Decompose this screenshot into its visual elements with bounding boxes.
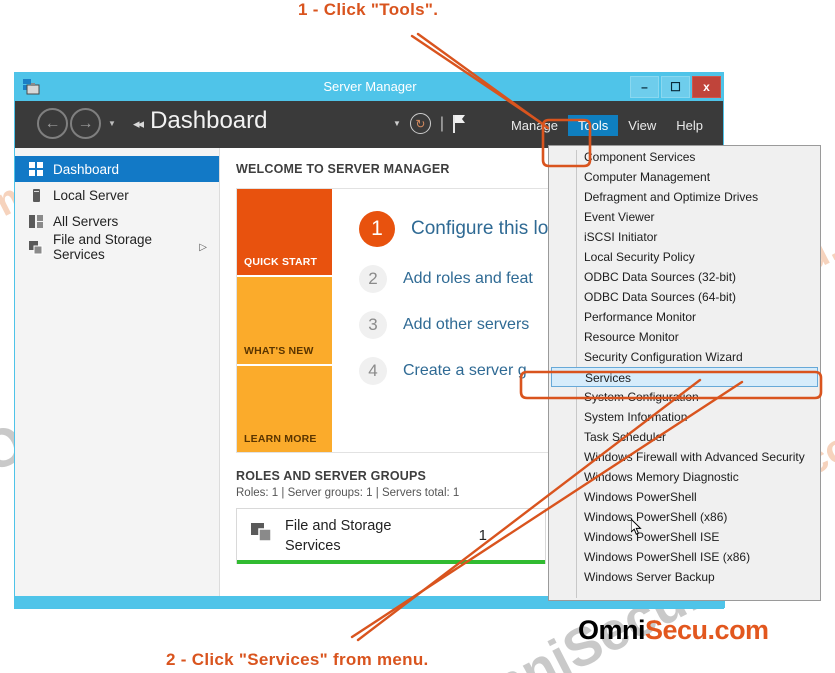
tile-label: QUICK START xyxy=(244,256,318,269)
forward-arrow-icon[interactable]: → xyxy=(70,108,101,139)
tile-quick-start[interactable]: QUICK START xyxy=(237,189,332,276)
omnisecu-logo: OmniSecu.com xyxy=(578,615,769,646)
window-controls: – ☐ x xyxy=(630,76,721,98)
tools-menu-item[interactable]: Resource Monitor xyxy=(549,327,820,347)
tools-menu-item[interactable]: Event Viewer xyxy=(549,207,820,227)
tools-menu-item[interactable]: Local Security Policy xyxy=(549,247,820,267)
step-label[interactable]: Add roles and feat xyxy=(403,270,533,288)
sidebar-item-label: Local Server xyxy=(53,187,129,203)
step-label[interactable]: Configure this loc xyxy=(411,218,558,240)
tools-menu-item[interactable]: Security Configuration Wizard xyxy=(549,347,820,367)
menu-manage[interactable]: Manage xyxy=(501,115,568,136)
back-arrow-icon[interactable]: ← xyxy=(37,108,68,139)
tools-dropdown-menu: Component Services Computer Management Def… xyxy=(548,145,821,601)
tools-menu-item[interactable]: Windows PowerShell xyxy=(549,487,820,507)
step-number: 2 xyxy=(359,265,387,293)
tools-menu-item[interactable]: ODBC Data Sources (64-bit) xyxy=(549,287,820,307)
tile-column: QUICK START WHAT'S NEW LEARN MORE xyxy=(237,189,332,452)
maximize-button[interactable]: ☐ xyxy=(661,76,690,98)
sidebar-item-label: Dashboard xyxy=(53,161,120,177)
sidebar: Dashboard Local Server All Servers File … xyxy=(15,148,220,606)
window-toolbar: ← → ▼ ◂◂ Dashboard ▼ ↻ | Manage Tools Vi… xyxy=(15,101,723,148)
sidebar-item-file-and-storage-services[interactable]: File and Storage Services ▷ xyxy=(15,232,219,262)
tools-menu-item[interactable]: Defragment and Optimize Drives xyxy=(549,187,820,207)
sidebar-item-label: All Servers xyxy=(53,213,119,229)
role-card-file-and-storage-services[interactable]: File and Storage Services 1 xyxy=(236,508,546,564)
tools-menu-item[interactable]: Component Services xyxy=(549,147,820,167)
sidebar-item-dashboard[interactable]: Dashboard xyxy=(15,156,219,182)
tools-menu-items: Component Services Computer Management Def… xyxy=(549,147,820,587)
annotation-step-1: 1 - Click "Tools". xyxy=(298,0,439,19)
step-number: 4 xyxy=(359,357,387,385)
tile-label: LEARN MORE xyxy=(244,432,317,445)
tools-menu-item[interactable]: Windows PowerShell (x86) xyxy=(549,507,820,527)
toolbar-separator: | xyxy=(439,114,445,132)
page-title: Dashboard xyxy=(150,107,268,134)
tools-menu-item[interactable]: Computer Management xyxy=(549,167,820,187)
sidebar-item-local-server[interactable]: Local Server xyxy=(15,182,219,208)
tools-menu-item[interactable]: Windows Memory Diagnostic xyxy=(549,467,820,487)
role-card-name: File and Storage Services xyxy=(285,518,392,554)
menu-view[interactable]: View xyxy=(618,115,666,136)
window-titlebar: Server Manager – ☐ x xyxy=(15,73,723,101)
step-label[interactable]: Add other servers xyxy=(403,316,529,334)
tools-menu-item[interactable]: Windows Firewall with Advanced Security xyxy=(549,447,820,467)
tools-menu-item[interactable]: iSCSI Initiator xyxy=(549,227,820,247)
servers-icon xyxy=(29,214,44,229)
step-number: 3 xyxy=(359,311,387,339)
nav-dropdown-caret-icon[interactable]: ▼ xyxy=(108,119,116,128)
navigation-arrows: ← → ▼ xyxy=(37,108,116,139)
tile-label: WHAT'S NEW xyxy=(244,344,314,357)
breadcrumb: ◂◂ Dashboard xyxy=(133,107,267,135)
tools-menu-item[interactable]: ODBC Data Sources (32-bit) xyxy=(549,267,820,287)
role-status-bar xyxy=(237,560,545,564)
step-number: 1 xyxy=(359,211,395,247)
refresh-icon[interactable]: ↻ xyxy=(409,113,431,134)
logo-part-2: Secu.com xyxy=(645,615,769,645)
dashboard-grid-icon xyxy=(29,161,44,177)
tile-whats-new[interactable]: WHAT'S NEW xyxy=(237,275,332,364)
breadcrumb-prev-icon[interactable]: ◂◂ xyxy=(133,116,144,132)
window-title: Server Manager xyxy=(323,79,417,94)
tools-menu-item[interactable]: Performance Monitor xyxy=(549,307,820,327)
tools-menu-item[interactable]: Windows Server Backup xyxy=(549,567,820,587)
tools-menu-item[interactable]: System Information xyxy=(549,407,820,427)
toolbar-menus: Manage Tools View Help xyxy=(501,115,713,136)
minimize-button[interactable]: – xyxy=(630,76,659,98)
tools-menu-item[interactable]: Services xyxy=(551,367,818,387)
file-storage-icon xyxy=(29,240,44,255)
file-storage-icon xyxy=(251,522,273,542)
step-label[interactable]: Create a server g xyxy=(403,362,527,380)
tools-menu-item[interactable]: Task Scheduler xyxy=(549,427,820,447)
mouse-cursor-icon xyxy=(630,517,643,537)
chevron-down-icon[interactable]: ▼ xyxy=(393,119,401,128)
tools-menu-item[interactable]: System Configuration xyxy=(549,387,820,407)
menu-tools[interactable]: Tools xyxy=(567,115,619,136)
tools-menu-item[interactable]: Windows PowerShell ISE (x86) xyxy=(549,547,820,567)
sidebar-item-all-servers[interactable]: All Servers xyxy=(15,208,219,234)
toolbar-icons: ▼ ↻ | xyxy=(393,113,466,134)
menu-help[interactable]: Help xyxy=(666,115,713,136)
role-card-count: 1 xyxy=(478,527,487,544)
server-icon xyxy=(29,188,44,203)
logo-part-1: Omni xyxy=(578,615,646,645)
sidebar-item-label: File and Storage Services xyxy=(53,232,153,262)
chevron-right-icon[interactable]: ▷ xyxy=(199,242,207,253)
close-button[interactable]: x xyxy=(692,76,721,98)
tile-learn-more[interactable]: LEARN MORE xyxy=(237,363,332,452)
annotation-step-2: 2 - Click "Services" from menu. xyxy=(166,650,429,669)
notifications-flag-icon[interactable] xyxy=(453,114,466,134)
tools-menu-item[interactable]: Windows PowerShell ISE xyxy=(549,527,820,547)
